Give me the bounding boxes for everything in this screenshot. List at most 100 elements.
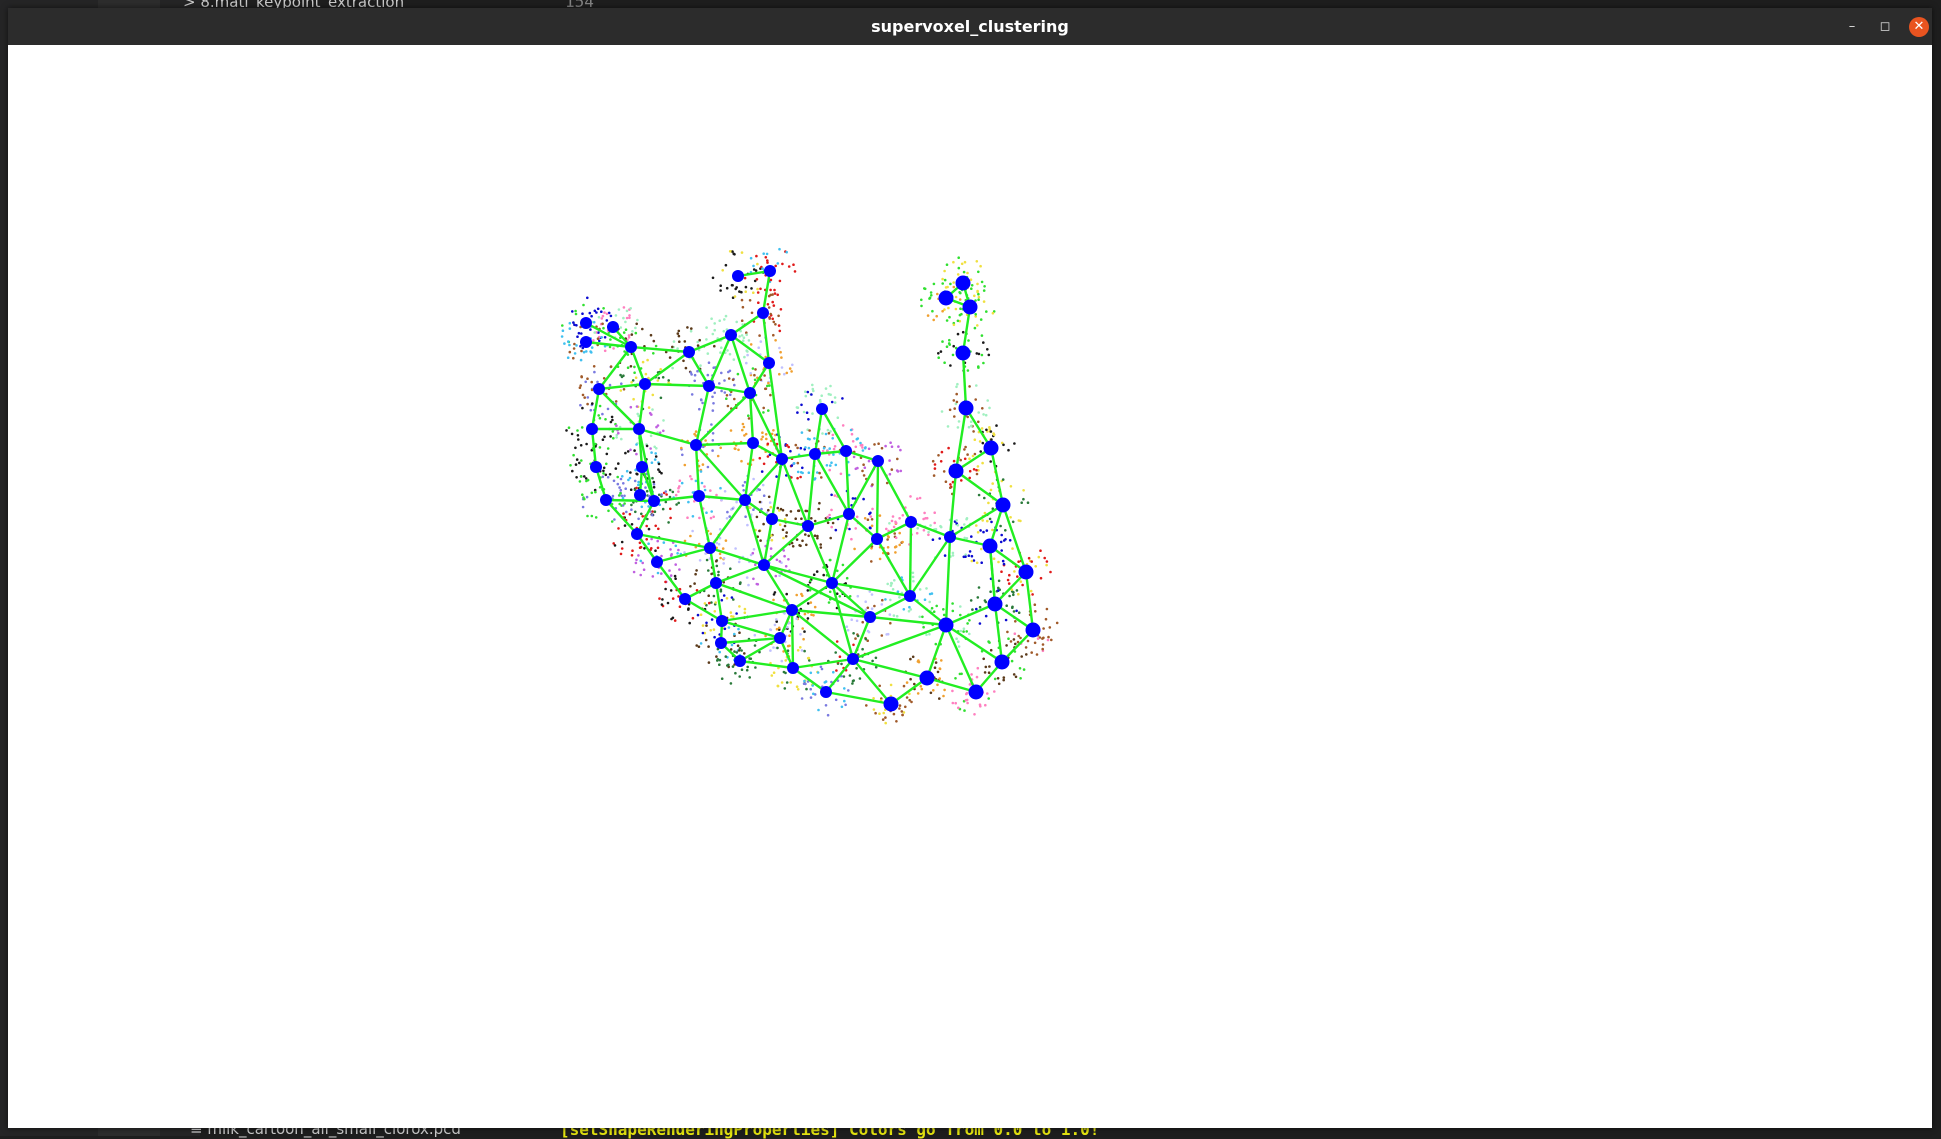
point xyxy=(767,495,771,499)
point xyxy=(589,328,592,331)
point xyxy=(804,533,807,536)
point xyxy=(676,332,680,335)
point xyxy=(709,516,713,520)
point xyxy=(943,554,947,557)
point xyxy=(870,518,874,521)
point xyxy=(604,418,607,421)
point xyxy=(729,393,732,397)
point xyxy=(833,396,837,399)
point xyxy=(952,344,955,348)
point xyxy=(818,398,822,402)
point xyxy=(725,397,728,401)
point xyxy=(747,417,751,420)
window-title: supervoxel_clustering xyxy=(871,17,1069,36)
adjacency-edge xyxy=(721,608,793,623)
point xyxy=(635,322,638,326)
minimize-button[interactable]: – xyxy=(1842,17,1862,37)
point xyxy=(569,464,572,467)
point xyxy=(915,531,919,535)
point xyxy=(693,373,697,377)
point xyxy=(738,646,742,650)
point xyxy=(955,400,959,404)
point xyxy=(734,671,737,675)
point xyxy=(986,399,989,402)
point xyxy=(776,506,780,510)
point xyxy=(616,475,619,479)
point xyxy=(652,352,655,355)
point xyxy=(931,309,934,313)
point xyxy=(946,425,950,428)
window-titlebar[interactable]: supervoxel_clustering – ◻ ✕ xyxy=(8,8,1932,46)
point xyxy=(687,500,690,504)
point xyxy=(870,524,874,528)
point xyxy=(826,521,830,525)
point xyxy=(855,619,859,623)
point xyxy=(968,632,971,636)
point xyxy=(769,649,772,652)
supervoxel-centroid xyxy=(864,611,876,623)
point xyxy=(634,326,637,330)
point xyxy=(898,704,902,707)
point xyxy=(997,560,1000,564)
supervoxel-centroid xyxy=(774,632,786,644)
point xyxy=(756,287,759,291)
point xyxy=(1007,582,1011,585)
point xyxy=(640,505,644,509)
point xyxy=(765,252,769,256)
point xyxy=(1005,604,1008,607)
point xyxy=(825,464,829,467)
point xyxy=(628,316,631,320)
point-cloud-viewport[interactable] xyxy=(8,45,1932,1128)
point xyxy=(984,413,988,417)
point xyxy=(740,459,743,463)
point xyxy=(730,643,734,647)
point xyxy=(666,601,670,605)
point xyxy=(729,682,733,685)
point xyxy=(720,371,723,375)
point xyxy=(1008,539,1012,542)
point xyxy=(965,537,969,540)
point xyxy=(973,438,977,442)
point xyxy=(817,507,820,511)
point xyxy=(810,393,813,396)
point xyxy=(843,699,846,703)
point xyxy=(711,395,714,399)
point xyxy=(774,339,777,342)
point xyxy=(800,649,804,652)
point xyxy=(888,522,891,525)
point xyxy=(951,701,955,705)
point xyxy=(571,469,574,473)
point xyxy=(1045,607,1049,611)
point xyxy=(848,674,852,677)
adjacency-edge xyxy=(715,581,793,612)
point xyxy=(754,368,757,371)
point xyxy=(711,449,714,452)
point xyxy=(592,339,595,342)
point xyxy=(1021,583,1024,587)
point xyxy=(937,454,940,457)
supervoxel-graph-render xyxy=(560,247,1059,725)
point xyxy=(743,652,746,655)
point xyxy=(918,615,921,619)
point xyxy=(601,322,604,326)
point xyxy=(962,555,966,559)
point xyxy=(709,489,712,492)
maximize-button[interactable]: ◻ xyxy=(1875,17,1895,37)
point xyxy=(795,538,799,541)
adjacency-edge xyxy=(820,408,848,452)
point xyxy=(962,270,966,274)
point xyxy=(960,262,964,266)
point xyxy=(1012,638,1016,641)
point xyxy=(568,327,572,330)
point xyxy=(855,437,859,441)
point xyxy=(771,300,774,304)
point xyxy=(830,508,833,512)
point xyxy=(963,523,966,526)
point xyxy=(973,294,976,298)
point xyxy=(712,515,715,519)
point xyxy=(745,668,749,672)
point xyxy=(624,451,627,455)
point xyxy=(613,544,617,547)
point xyxy=(784,659,787,662)
close-button[interactable]: ✕ xyxy=(1909,17,1929,37)
